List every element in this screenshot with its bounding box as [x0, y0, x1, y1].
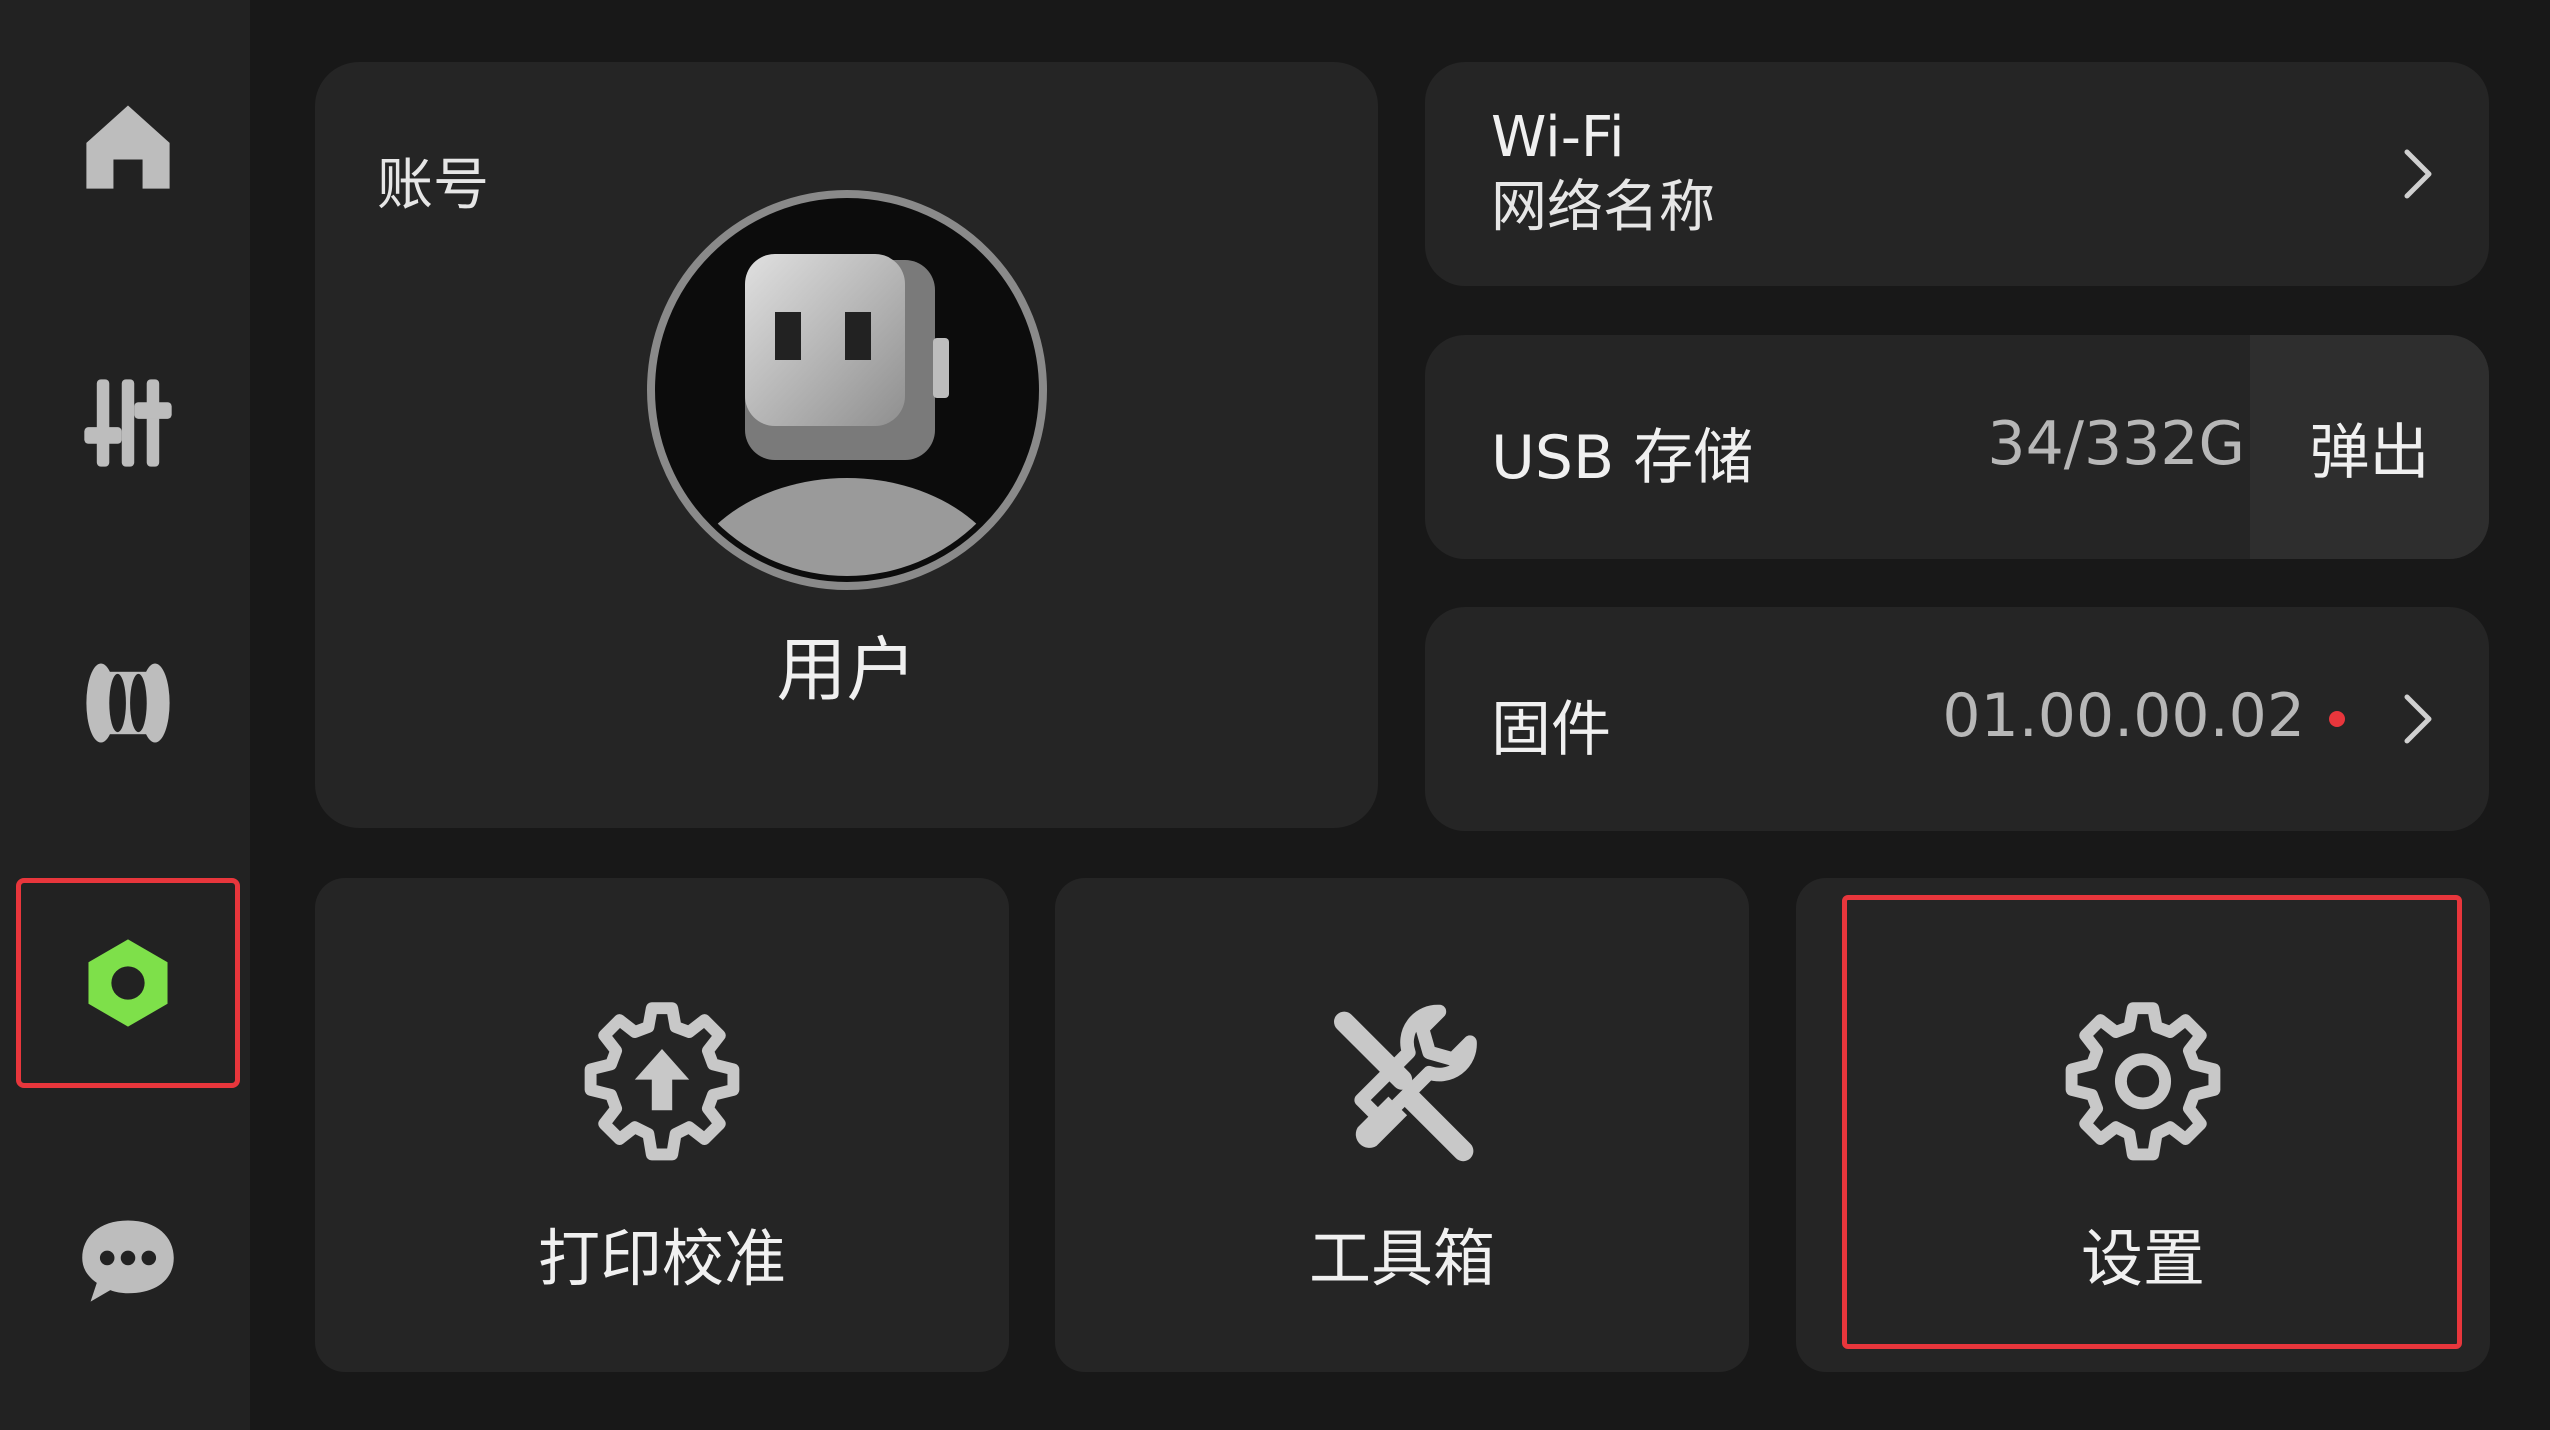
- sliders-icon: [84, 379, 172, 467]
- settings-label: 设置: [2080, 1222, 2205, 1295]
- home-icon: [86, 105, 170, 189]
- toolbox-label: 工具箱: [1308, 1222, 1495, 1295]
- settings-tile[interactable]: 设置: [1796, 878, 2490, 1372]
- filament-spool-icon: [86, 663, 170, 743]
- sidebar: [0, 0, 250, 1430]
- sidebar-item-filament[interactable]: [16, 598, 240, 808]
- firmware-row[interactable]: 固件 01.00.00.02: [1425, 607, 2489, 831]
- eject-button[interactable]: 弹出: [2250, 335, 2489, 559]
- sidebar-item-home[interactable]: [16, 40, 240, 250]
- print-calibration-tile[interactable]: 打印校准: [315, 878, 1009, 1372]
- tools-icon: [1317, 998, 1487, 1168]
- user-name: 用户: [776, 629, 917, 711]
- robot-avatar-icon: [647, 190, 1047, 590]
- gear-upload-icon: [577, 998, 747, 1168]
- usb-label: USB 存储: [1491, 423, 1754, 493]
- sidebar-item-controls[interactable]: [16, 318, 240, 528]
- firmware-version: 01.00.00.02: [1942, 681, 2305, 751]
- update-dot: [2329, 711, 2345, 727]
- wifi-label: Wi-Fi: [1491, 105, 1625, 170]
- chevron-right-icon: [2395, 144, 2439, 204]
- hex-nut-icon: [88, 939, 168, 1027]
- firmware-label: 固件: [1491, 695, 1611, 765]
- usb-capacity: 34/332G: [1987, 409, 2245, 479]
- chevron-right-icon: [2395, 689, 2439, 749]
- wifi-network-name: 网络名称: [1491, 175, 1715, 240]
- account-title: 账号: [377, 153, 489, 218]
- toolbox-tile[interactable]: 工具箱: [1055, 878, 1749, 1372]
- print-calibration-label: 打印校准: [537, 1222, 786, 1295]
- gear-icon: [2058, 998, 2228, 1168]
- chat-bubble-icon: [82, 1220, 174, 1302]
- account-card[interactable]: 账号 用户: [315, 62, 1378, 828]
- sidebar-item-messages[interactable]: [16, 1155, 240, 1365]
- sidebar-item-device[interactable]: [16, 878, 240, 1088]
- wifi-row[interactable]: Wi-Fi 网络名称: [1425, 62, 2489, 286]
